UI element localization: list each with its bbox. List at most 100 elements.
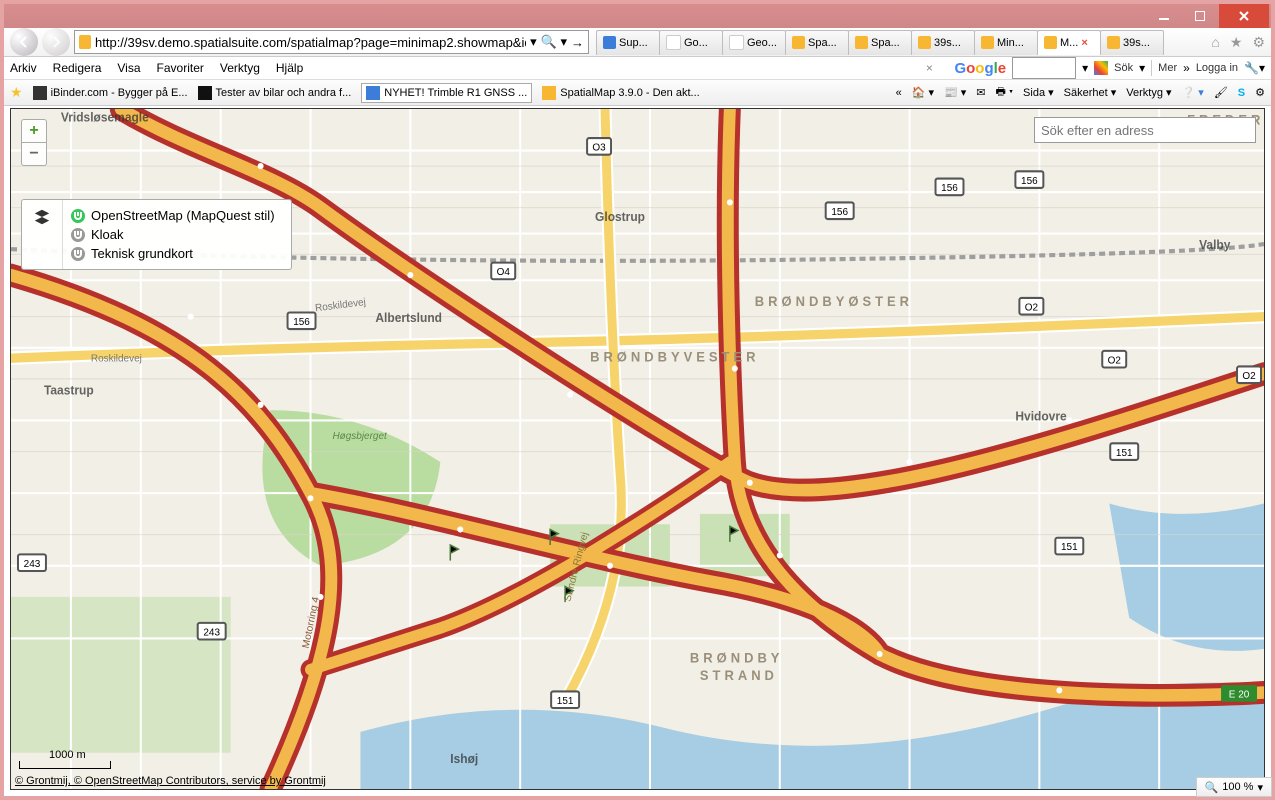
svg-text:Hvidovre: Hvidovre bbox=[1015, 409, 1066, 423]
svg-text:156: 156 bbox=[293, 317, 310, 328]
svg-text:O2: O2 bbox=[1025, 302, 1039, 313]
wrench-icon[interactable]: 🔧▾ bbox=[1244, 61, 1265, 75]
svg-text:151: 151 bbox=[1061, 542, 1078, 553]
tab-google1[interactable]: Go... bbox=[659, 30, 723, 55]
tab-spa1[interactable]: Spa... bbox=[785, 30, 849, 55]
page-dd[interactable]: Sida bbox=[1023, 86, 1054, 99]
attribution-text[interactable]: © Grontmij, © OpenStreetMap Contributors… bbox=[15, 775, 326, 787]
zoom-in-button[interactable]: + bbox=[22, 120, 46, 143]
layer-osm[interactable]: OpenStreetMap (MapQuest stil) bbox=[71, 206, 275, 225]
google-login[interactable]: Logga in bbox=[1196, 62, 1238, 74]
mail-icon[interactable]: ✉ bbox=[976, 86, 985, 99]
home-icon[interactable]: ⌂ bbox=[1211, 34, 1219, 51]
star-icon[interactable]: ★ bbox=[10, 84, 23, 101]
bookmark-ibinder[interactable]: iBinder.com - Bygger på E... bbox=[33, 86, 188, 100]
ie-icon bbox=[603, 36, 616, 49]
svg-text:STRAND: STRAND bbox=[700, 668, 778, 683]
menu-favoriter[interactable]: Favoriter bbox=[157, 61, 204, 75]
google-search-icon bbox=[1094, 61, 1108, 75]
tab-39s1[interactable]: 39s... bbox=[911, 30, 975, 55]
ie-icon bbox=[366, 86, 380, 100]
map-canvas[interactable]: O3 O4 156 156 156 156 O2 O2 O2 151 151 1… bbox=[10, 108, 1265, 790]
address-search-input[interactable] bbox=[1034, 117, 1256, 143]
tab-active[interactable]: M...× bbox=[1037, 30, 1101, 55]
menu-verktyg[interactable]: Verktyg bbox=[220, 61, 260, 75]
tab-39s2[interactable]: 39s... bbox=[1100, 30, 1164, 55]
rss-prev-icon[interactable]: « bbox=[896, 87, 902, 99]
gear-icon[interactable]: ⚙ bbox=[1255, 86, 1265, 99]
layer-kloak[interactable]: Kloak bbox=[71, 225, 275, 244]
zoom-icon[interactable]: 🔍 bbox=[1205, 781, 1219, 794]
zoom-out-button[interactable]: − bbox=[22, 143, 46, 165]
google-sok[interactable]: Sök bbox=[1114, 62, 1133, 74]
feed-dd-icon[interactable]: 📰 bbox=[944, 86, 966, 99]
google-icon bbox=[666, 35, 681, 50]
google-mer[interactable]: Mer bbox=[1158, 62, 1177, 74]
svg-text:Ishøj: Ishøj bbox=[450, 752, 478, 766]
menubar-close-icon[interactable]: × bbox=[920, 59, 938, 77]
refresh-icon[interactable]: 🔍 ▾ bbox=[541, 34, 567, 50]
maximize-button[interactable] bbox=[1183, 6, 1217, 26]
svg-text:Glostrup: Glostrup bbox=[595, 210, 645, 224]
bookmark-trimble[interactable]: NYHET! Trimble R1 GNSS ... bbox=[361, 83, 532, 103]
bookmark-tester[interactable]: Tester av bilar och andra f... bbox=[198, 86, 352, 100]
svg-text:156: 156 bbox=[831, 207, 848, 218]
back-button[interactable] bbox=[10, 28, 38, 56]
menu-arkiv[interactable]: Arkiv bbox=[10, 61, 37, 75]
tab-spa2[interactable]: Spa... bbox=[848, 30, 912, 55]
tools-dd[interactable]: Verktyg bbox=[1126, 86, 1171, 99]
svg-text:E 20: E 20 bbox=[1229, 689, 1250, 700]
address-bar[interactable]: http://39sv.demo.spatialsuite.com/spatia… bbox=[74, 30, 589, 54]
svg-text:Roskildevej: Roskildevej bbox=[91, 353, 142, 364]
forward-button[interactable] bbox=[42, 28, 70, 56]
spatialmap-icon bbox=[792, 36, 805, 49]
svg-text:O4: O4 bbox=[497, 267, 511, 278]
close-button[interactable] bbox=[1219, 4, 1269, 28]
brush-icon[interactable]: 🖌 bbox=[1214, 86, 1228, 99]
geo-icon bbox=[729, 35, 744, 50]
safety-dd[interactable]: Säkerhet bbox=[1064, 86, 1117, 99]
spatialmap-icon bbox=[1107, 36, 1120, 49]
home-dd-icon[interactable]: 🏠 bbox=[912, 86, 934, 99]
spatialmap-icon bbox=[981, 36, 994, 49]
menu-redigera[interactable]: Redigera bbox=[53, 61, 102, 75]
svg-text:O3: O3 bbox=[592, 142, 606, 153]
svg-text:Albertslund: Albertslund bbox=[375, 311, 442, 325]
url-text: http://39sv.demo.spatialsuite.com/spatia… bbox=[95, 35, 526, 50]
tab-min[interactable]: Min... bbox=[974, 30, 1038, 55]
stop-icon[interactable]: → bbox=[571, 35, 584, 50]
power-on-icon bbox=[71, 209, 85, 223]
zoom-dropdown-icon[interactable]: ▾ bbox=[1257, 781, 1263, 794]
svg-text:O2: O2 bbox=[1108, 355, 1122, 366]
tab-close-icon[interactable]: × bbox=[1081, 37, 1087, 49]
svg-text:156: 156 bbox=[1021, 176, 1038, 187]
tab-support[interactable]: Sup... bbox=[596, 30, 660, 55]
google-search-input[interactable] bbox=[1012, 57, 1076, 79]
svg-text:BRØNDBYØSTER: BRØNDBYØSTER bbox=[755, 294, 913, 309]
tester-icon bbox=[198, 86, 212, 100]
favorites-icon[interactable]: ★ bbox=[1230, 34, 1243, 51]
skype-icon[interactable]: S bbox=[1238, 87, 1245, 99]
settings-icon[interactable]: ⚙ bbox=[1252, 34, 1265, 51]
svg-text:O2: O2 bbox=[1242, 371, 1256, 382]
bookmark-spatialmap[interactable]: SpatialMap 3.9.0 - Den akt... bbox=[542, 86, 699, 100]
menu-bar: Arkiv Redigera Visa Favoriter Verktyg Hj… bbox=[4, 57, 1271, 80]
menu-help[interactable]: Hjälp bbox=[276, 61, 303, 75]
menu-visa[interactable]: Visa bbox=[117, 61, 140, 75]
minimize-button[interactable] bbox=[1147, 6, 1181, 26]
navigation-row: http://39sv.demo.spatialsuite.com/spatia… bbox=[4, 28, 1271, 57]
svg-text:243: 243 bbox=[24, 559, 41, 570]
svg-text:Vridsløsemagle: Vridsløsemagle bbox=[61, 110, 149, 124]
spatialmap-icon bbox=[918, 36, 931, 49]
status-bar: 🔍 100 % ▾ bbox=[1196, 777, 1272, 797]
help-dd-icon[interactable]: ❔ bbox=[1182, 86, 1204, 99]
layers-icon[interactable] bbox=[22, 200, 63, 269]
power-off-icon bbox=[71, 228, 85, 242]
svg-text:151: 151 bbox=[1116, 448, 1133, 459]
spatialmap-icon bbox=[542, 86, 556, 100]
print-dd-icon[interactable]: 🖶 bbox=[996, 83, 1014, 102]
svg-text:243: 243 bbox=[203, 627, 220, 638]
layer-teknisk[interactable]: Teknisk grundkort bbox=[71, 244, 275, 263]
ibinder-icon bbox=[33, 86, 47, 100]
tab-geo[interactable]: Geo... bbox=[722, 30, 786, 55]
